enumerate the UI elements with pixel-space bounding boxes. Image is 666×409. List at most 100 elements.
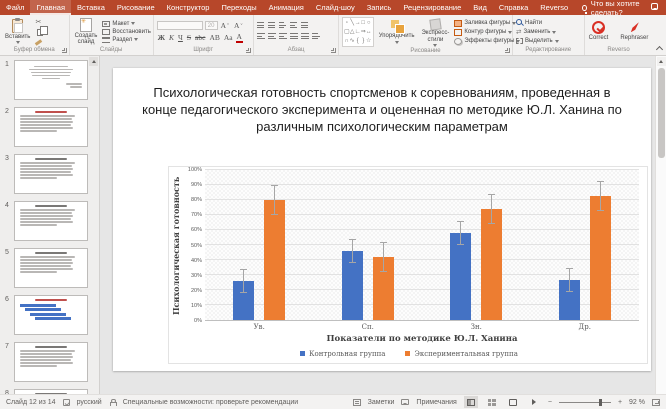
experimental-group-bar[interactable] xyxy=(590,196,611,321)
slide-thumbnail-panel[interactable]: 12345678 xyxy=(0,56,100,394)
accessibility-status[interactable]: Специальные возможности: проверьте реком… xyxy=(123,399,299,406)
slide-thumbnail-3[interactable] xyxy=(14,154,88,194)
slide-thumbnail-2[interactable] xyxy=(14,107,88,147)
scribble-shape-icon[interactable]: ∿ xyxy=(350,38,355,44)
zoom-slider-thumb[interactable] xyxy=(599,399,602,406)
text-direction-button[interactable] xyxy=(312,33,321,41)
decrease-indent-button[interactable] xyxy=(279,22,288,30)
tab-рисование[interactable]: Рисование xyxy=(111,0,161,15)
increase-font-icon[interactable]: Аˆ xyxy=(220,21,231,30)
tab-вставка[interactable]: Вставка xyxy=(71,0,111,15)
slide-thumbnail-4[interactable] xyxy=(14,201,88,241)
select-button[interactable]: Выделить xyxy=(516,38,559,44)
rounded-rectangle-shape-icon[interactable]: ▢ xyxy=(344,29,350,35)
section-button[interactable]: Раздел xyxy=(102,37,150,43)
slide-editor-area[interactable]: Психологическая готовность спортсменов к… xyxy=(100,56,666,394)
fit-to-window-icon[interactable] xyxy=(652,399,660,406)
reading-view-button[interactable] xyxy=(506,396,520,408)
shape-fill-button[interactable]: Заливка фигуры xyxy=(454,20,520,27)
bar-chart[interactable]: Психологическая готовность 0%10%20%30%40… xyxy=(168,166,648,364)
dialog-launcher-icon[interactable] xyxy=(246,48,251,53)
line-shape-icon[interactable]: ╲ xyxy=(350,20,354,26)
reset-button[interactable]: Восстановить xyxy=(102,29,150,35)
zoom-slider[interactable] xyxy=(559,402,611,403)
shape-effects-button[interactable]: Эффекты фигуры xyxy=(454,38,520,45)
tab-вид[interactable]: Вид xyxy=(467,0,493,15)
font-name-input[interactable] xyxy=(157,21,203,30)
align-center-button[interactable] xyxy=(268,33,277,41)
comments-icon[interactable] xyxy=(651,3,658,10)
tab-главная[interactable]: Главная xyxy=(30,0,71,15)
new-slide-button[interactable]: Создать слайд xyxy=(73,17,100,46)
tab-файл[interactable]: Файл xyxy=(0,0,30,15)
tab-запись[interactable]: Запись xyxy=(361,0,398,15)
justify-button[interactable] xyxy=(290,33,299,41)
star-shape-icon[interactable]: ☆ xyxy=(366,38,371,44)
slide-thumbnail-5[interactable] xyxy=(14,248,88,288)
align-right-button[interactable] xyxy=(279,33,288,41)
editor-scrollbar[interactable] xyxy=(655,56,666,394)
thumbnail-scroll-up[interactable] xyxy=(89,57,98,66)
tab-рецензирование[interactable]: Рецензирование xyxy=(397,0,467,15)
comments-button[interactable]: Примечания xyxy=(416,399,456,406)
slide-thumbnail-7[interactable] xyxy=(14,342,88,382)
slide-thumbnail-8[interactable] xyxy=(14,389,88,394)
underline-button[interactable]: Ч xyxy=(177,33,184,42)
font-color-button[interactable]: А xyxy=(236,32,243,43)
select-shape-icon[interactable]: ▫ xyxy=(346,20,348,26)
tab-справка[interactable]: Справка xyxy=(493,0,534,15)
reverso-rephraser-button[interactable]: Rephraser xyxy=(618,17,650,46)
arrange-button[interactable]: Упорядочить xyxy=(377,17,417,47)
italic-button[interactable]: К xyxy=(168,33,175,42)
decrease-font-icon[interactable]: Аˇ xyxy=(233,21,244,30)
right-brace-shape-icon[interactable]: } xyxy=(362,38,364,44)
arc-shape-icon[interactable]: ∩ xyxy=(345,38,349,44)
font-size-input[interactable]: 20 xyxy=(205,21,218,30)
bullets-button[interactable] xyxy=(257,22,266,30)
arrow-shape-icon[interactable]: → xyxy=(355,20,361,26)
find-button[interactable]: Найти xyxy=(516,19,559,26)
normal-view-button[interactable] xyxy=(464,396,478,408)
slide-indicator[interactable]: Слайд 12 из 14 xyxy=(6,399,56,406)
experimental-group-bar[interactable] xyxy=(481,209,502,320)
collapse-ribbon-button[interactable] xyxy=(653,15,666,55)
numbering-button[interactable] xyxy=(268,22,277,30)
notes-button[interactable]: Заметки xyxy=(368,399,395,406)
left-brace-shape-icon[interactable]: { xyxy=(357,38,359,44)
dialog-launcher-icon[interactable] xyxy=(331,48,336,53)
proofing-icon[interactable] xyxy=(63,399,70,406)
paste-button[interactable]: Вставить xyxy=(3,17,32,46)
character-spacing-button[interactable]: АВ xyxy=(208,33,220,42)
tab-слайд-шоу[interactable]: Слайд-шоу xyxy=(310,0,361,15)
shape-outline-button[interactable]: Контур фигуры xyxy=(454,29,520,36)
slide-title[interactable]: Психологическая готовность спортсменов к… xyxy=(139,84,625,135)
bold-button[interactable]: Ж xyxy=(157,33,166,42)
experimental-group-bar[interactable] xyxy=(264,200,285,320)
tell-me-search[interactable]: Что вы хотите сделать? xyxy=(574,0,651,15)
current-slide-canvas[interactable]: Психологическая готовность спортсменов к… xyxy=(113,68,651,371)
left-right-arrow-shape-icon[interactable]: ↔ xyxy=(366,29,372,35)
slide-sorter-view-button[interactable] xyxy=(485,396,499,408)
tab-анимация[interactable]: Анимация xyxy=(263,0,310,15)
strikethrough-button[interactable]: S xyxy=(186,33,192,42)
slide-thumbnail-6[interactable] xyxy=(14,295,88,335)
slide-thumbnail-1[interactable] xyxy=(14,60,88,100)
zoom-out-button[interactable]: − xyxy=(548,399,552,406)
zoom-in-button[interactable]: + xyxy=(618,399,622,406)
columns-button[interactable] xyxy=(301,33,310,41)
line-spacing-button[interactable] xyxy=(301,22,310,30)
change-case-button[interactable]: Аа xyxy=(223,33,234,42)
oval-shape-icon[interactable]: ○ xyxy=(367,20,371,26)
replace-button[interactable]: ⇄Заменить xyxy=(516,28,559,36)
strikethrough-abc-button[interactable]: abc xyxy=(194,33,206,42)
tab-переходы[interactable]: Переходы xyxy=(215,0,262,15)
dialog-launcher-icon[interactable] xyxy=(62,48,67,53)
shapes-gallery[interactable]: ▫╲→□○▢△∟⇒↔∩∿{}☆ xyxy=(342,17,374,47)
quick-styles-button[interactable]: Экспресс-стили xyxy=(419,17,451,47)
copy-icon[interactable] xyxy=(37,29,43,36)
slideshow-view-button[interactable] xyxy=(527,396,541,408)
dialog-launcher-icon[interactable] xyxy=(505,48,510,53)
scrollbar-up-button[interactable] xyxy=(657,57,666,66)
tab-reverso[interactable]: Reverso xyxy=(534,0,574,15)
zoom-level[interactable]: 92 % xyxy=(629,399,645,406)
